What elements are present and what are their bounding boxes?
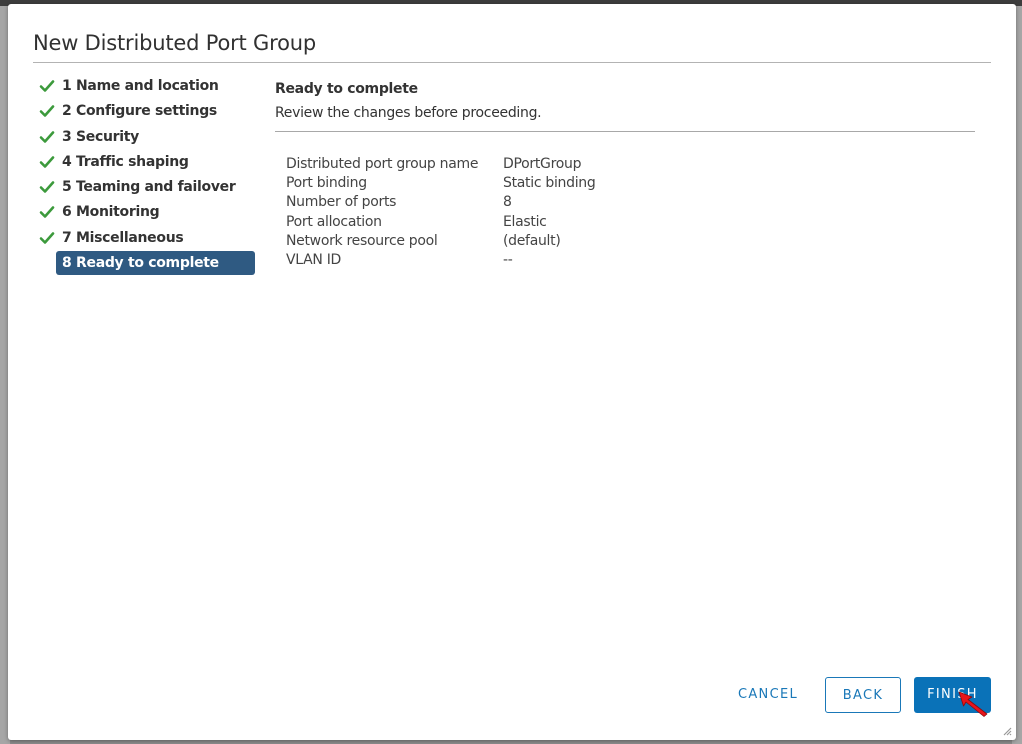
wizard-dialog: New Distributed Port Group 1 Name and lo…: [8, 4, 1016, 740]
step-configure-settings[interactable]: 2 Configure settings: [36, 99, 260, 123]
title-divider: [33, 62, 991, 63]
step-security[interactable]: 3 Security: [36, 125, 260, 149]
step-label: 5 Teaming and failover: [62, 179, 236, 196]
summary-key: Distributed port group name: [286, 156, 479, 172]
cancel-button[interactable]: CANCEL: [726, 677, 810, 713]
content-divider: [275, 131, 975, 132]
step-label: 2 Configure settings: [62, 103, 217, 120]
check-icon: [39, 130, 55, 143]
check-icon: [39, 80, 55, 92]
step-monitoring[interactable]: 6 Monitoring: [36, 200, 260, 224]
resize-grip-icon[interactable]: [1002, 726, 1012, 736]
step-label: 8 Ready to complete: [62, 255, 219, 272]
step-label: 4 Traffic shaping: [62, 153, 189, 170]
check-icon: [39, 206, 55, 219]
step-teaming-and-failover[interactable]: 5 Teaming and failover: [36, 175, 260, 199]
step-label: 3 Security: [62, 128, 139, 145]
back-button[interactable]: BACK: [825, 677, 901, 713]
summary-value: DPortGroup: [503, 156, 582, 172]
section-title: Ready to complete: [275, 81, 418, 97]
step-name-and-location[interactable]: 1 Name and location: [36, 74, 260, 98]
dialog-title: New Distributed Port Group: [33, 31, 316, 55]
summary-key: Number of ports: [286, 194, 397, 211]
summary-key: VLAN ID: [286, 251, 342, 268]
pointer-arrow-icon: [958, 691, 988, 717]
step-label: 7 Miscellaneous: [62, 229, 184, 246]
check-icon: [39, 231, 55, 244]
step-ready-to-complete[interactable]: 8 Ready to complete: [56, 251, 255, 276]
step-label: 1 Name and location: [62, 78, 219, 94]
summary-value: Static binding: [503, 175, 596, 192]
summary-key: Port binding: [286, 175, 367, 192]
section-description: Review the changes before proceeding.: [275, 105, 542, 121]
summary-key: Network resource pool: [286, 232, 438, 249]
summary-key: Port allocation: [286, 213, 382, 230]
summary-value: Elastic: [503, 213, 547, 230]
wizard-steps: 1 Name and location 2 Configure settings…: [36, 74, 260, 276]
step-label: 6 Monitoring: [62, 204, 160, 221]
step-miscellaneous[interactable]: 7 Miscellaneous: [36, 226, 260, 250]
check-icon: [39, 105, 55, 118]
summary-value: --: [503, 251, 513, 268]
summary-value: 8: [503, 194, 512, 211]
step-traffic-shaping[interactable]: 4 Traffic shaping: [36, 150, 260, 174]
check-icon: [39, 156, 55, 168]
check-icon: [39, 181, 55, 193]
summary-value: (default): [503, 232, 561, 249]
